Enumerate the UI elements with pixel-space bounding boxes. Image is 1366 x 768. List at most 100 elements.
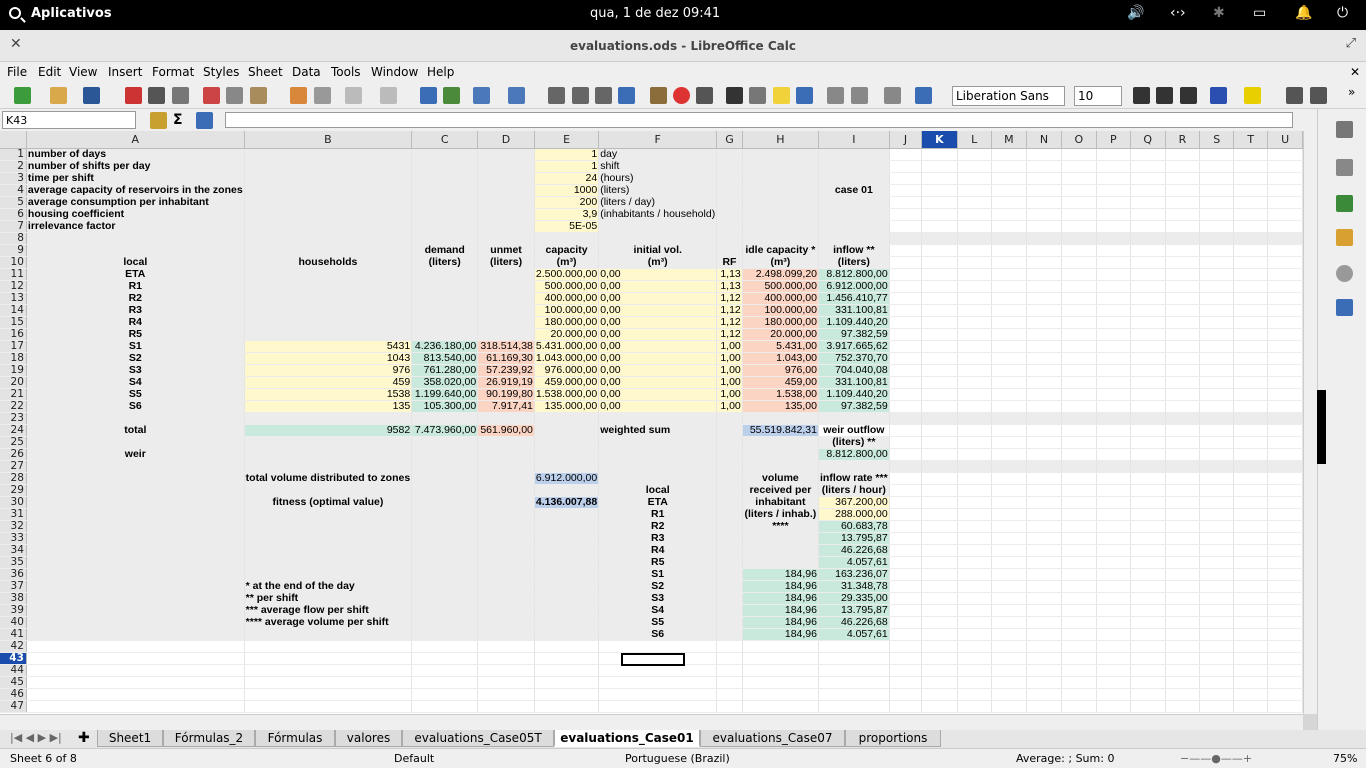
cell-K9[interactable]	[921, 244, 958, 257]
cell-G20[interactable]: 1,00	[716, 376, 743, 389]
cell-U18[interactable]	[1267, 352, 1303, 365]
row-header[interactable]: 1	[0, 148, 27, 161]
cell-D35[interactable]	[477, 556, 535, 569]
cell-F28[interactable]	[598, 472, 718, 485]
cell-P7[interactable]	[1096, 220, 1131, 233]
cell-Q37[interactable]	[1130, 580, 1166, 593]
cell-L35[interactable]	[957, 556, 992, 569]
cell-N27[interactable]	[1026, 460, 1062, 473]
cell-Q5[interactable]	[1130, 196, 1166, 209]
cell-A29[interactable]	[26, 484, 245, 497]
cell-Q13[interactable]	[1130, 292, 1166, 305]
cell-U16[interactable]	[1267, 328, 1303, 341]
cell-K17[interactable]	[921, 340, 958, 353]
cell-S25[interactable]	[1199, 436, 1235, 449]
cell-E34[interactable]	[534, 544, 600, 557]
row-header[interactable]: 26	[0, 448, 27, 461]
cell-R38[interactable]	[1165, 592, 1201, 605]
cell-G12[interactable]: 1,13	[716, 280, 743, 293]
cell-C10[interactable]: (liters)	[411, 256, 479, 269]
cell-U21[interactable]	[1267, 388, 1303, 401]
cell-N39[interactable]	[1026, 604, 1062, 617]
cell-C23[interactable]	[411, 412, 479, 425]
cell-Q44[interactable]	[1130, 664, 1166, 677]
row-header[interactable]: 31	[0, 508, 27, 521]
cell-A18[interactable]: S2	[26, 352, 245, 365]
cell-C4[interactable]	[411, 184, 479, 197]
cell-P37[interactable]	[1096, 580, 1131, 593]
function-wizard-icon[interactable]	[150, 112, 167, 129]
cell-L27[interactable]	[957, 460, 992, 473]
column-header-U[interactable]: U	[1267, 131, 1303, 149]
cell-N1[interactable]	[1026, 148, 1062, 161]
cell-Q32[interactable]	[1130, 520, 1166, 533]
tab-valores[interactable]: valores	[335, 730, 402, 747]
cell-H7[interactable]	[742, 220, 820, 233]
cell-T18[interactable]	[1233, 352, 1269, 365]
cell-I2[interactable]	[818, 160, 890, 173]
cell-S3[interactable]	[1199, 172, 1235, 185]
row-header[interactable]: 5	[0, 196, 27, 209]
cell-F8[interactable]	[598, 232, 718, 245]
cell-D11[interactable]	[477, 268, 535, 281]
cell-F3[interactable]: (hours)	[598, 172, 718, 185]
cell-Q29[interactable]	[1130, 484, 1166, 497]
cell-U37[interactable]	[1267, 580, 1303, 593]
column-header-R[interactable]: R	[1165, 131, 1201, 149]
cell-Q1[interactable]	[1130, 148, 1166, 161]
column-header-H[interactable]: H	[742, 131, 820, 149]
cell-E38[interactable]	[534, 592, 600, 605]
cell-K12[interactable]	[921, 280, 958, 293]
cell-L31[interactable]	[957, 508, 992, 521]
cell-F29[interactable]: local	[598, 484, 718, 497]
cell-P18[interactable]	[1096, 352, 1131, 365]
cell-M33[interactable]	[991, 532, 1028, 545]
cell-A23[interactable]	[26, 412, 245, 425]
cell-N16[interactable]	[1026, 328, 1062, 341]
cell-S44[interactable]	[1199, 664, 1235, 677]
sort-icon[interactable]	[548, 87, 565, 104]
cell-P40[interactable]	[1096, 616, 1131, 629]
cell-R46[interactable]	[1165, 688, 1201, 701]
cell-H38[interactable]: 184,96	[742, 592, 820, 605]
row-header[interactable]: 24	[0, 424, 27, 437]
cell-B18[interactable]: 1043	[244, 352, 413, 365]
hyperlink-icon[interactable]	[749, 87, 766, 104]
cell-L14[interactable]	[957, 304, 992, 317]
cell-O35[interactable]	[1061, 556, 1097, 569]
cell-E36[interactable]	[534, 568, 600, 581]
cell-O8[interactable]	[1061, 232, 1097, 245]
cell-P22[interactable]	[1096, 400, 1131, 413]
cell-A41[interactable]	[26, 628, 245, 641]
cell-K16[interactable]	[921, 328, 958, 341]
cell-P36[interactable]	[1096, 568, 1131, 581]
cell-A2[interactable]: number of shifts per day	[26, 160, 245, 173]
cell-D32[interactable]	[477, 520, 535, 533]
cell-R27[interactable]	[1165, 460, 1201, 473]
cell-N20[interactable]	[1026, 376, 1062, 389]
cell-A36[interactable]	[26, 568, 245, 581]
cell-F20[interactable]: 0,00	[598, 376, 718, 389]
cell-E45[interactable]	[534, 676, 600, 689]
cell-A9[interactable]	[26, 244, 245, 257]
cell-C47[interactable]	[411, 700, 479, 713]
cell-J28[interactable]	[889, 472, 923, 485]
cell-A7[interactable]: irrelevance factor	[26, 220, 245, 233]
cell-N17[interactable]	[1026, 340, 1062, 353]
add-sheet-icon[interactable]: ✚	[78, 730, 90, 746]
cell-H13[interactable]: 400.000,00	[742, 292, 820, 305]
cell-P21[interactable]	[1096, 388, 1131, 401]
cell-K18[interactable]	[921, 352, 958, 365]
cell-E43[interactable]	[534, 652, 600, 665]
cell-Q19[interactable]	[1130, 364, 1166, 377]
cell-P10[interactable]	[1096, 256, 1131, 269]
cell-T7[interactable]	[1233, 220, 1269, 233]
cell-P38[interactable]	[1096, 592, 1131, 605]
column-header-M[interactable]: M	[991, 131, 1028, 149]
cell-C43[interactable]	[411, 652, 479, 665]
cell-I27[interactable]	[818, 460, 890, 473]
cell-F2[interactable]: shift	[598, 160, 718, 173]
cell-Q4[interactable]	[1130, 184, 1166, 197]
cell-J41[interactable]	[889, 628, 923, 641]
cell-N14[interactable]	[1026, 304, 1062, 317]
